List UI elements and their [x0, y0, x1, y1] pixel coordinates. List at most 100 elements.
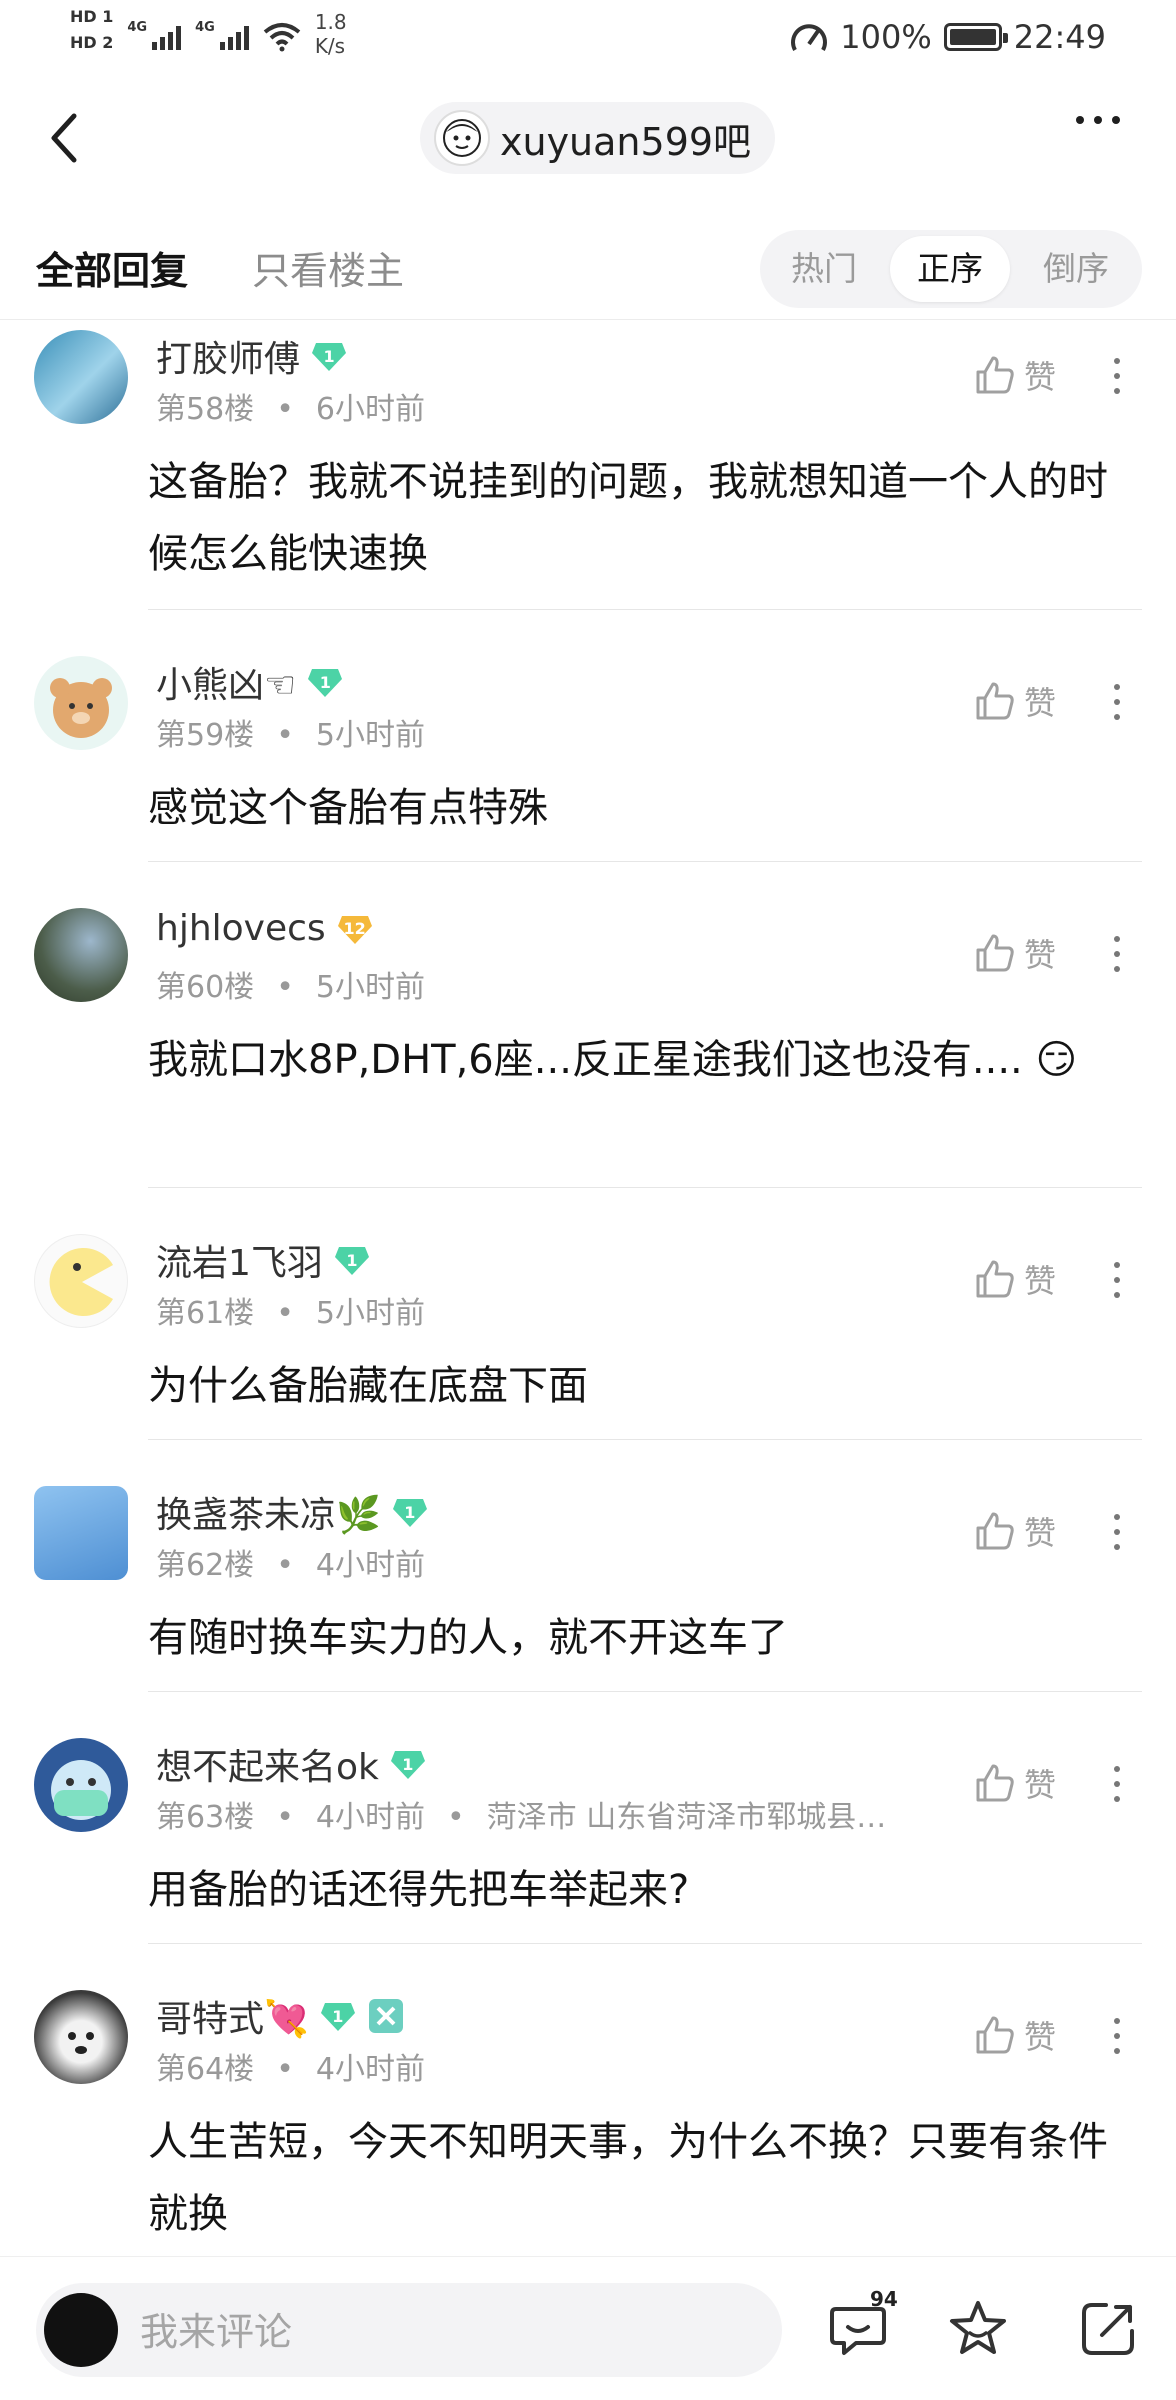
avatar[interactable]	[34, 1234, 128, 1328]
cartoon-face-icon	[443, 119, 481, 157]
speedometer-icon	[791, 24, 828, 51]
level-badge: 1	[310, 339, 348, 373]
sim2-hd-label: HD 2	[70, 33, 114, 52]
post-time: 6小时前	[315, 392, 425, 427]
like-button[interactable]: 赞	[974, 352, 1056, 398]
more-options-icon[interactable]	[1076, 116, 1120, 124]
thumbs-up-icon	[976, 1260, 1014, 1298]
bottom-action-bar: 我来评论 94	[0, 2256, 1176, 2400]
username[interactable]: 小熊凶☜	[156, 656, 296, 708]
sort-hot-button[interactable]: 热门	[764, 230, 884, 308]
floor-number: 第62楼	[156, 1548, 255, 1583]
comment-more-icon[interactable]	[1114, 2018, 1120, 2054]
username[interactable]: 流岩1飞羽	[156, 1234, 323, 1286]
floor-number: 第60楼	[156, 970, 255, 1005]
avatar[interactable]	[34, 1738, 128, 1832]
comment-more-icon[interactable]	[1114, 936, 1120, 972]
divider	[148, 861, 1142, 862]
smirk-emoji-icon: 😏	[1035, 1037, 1078, 1083]
level-badge: 1	[319, 1999, 357, 2033]
comment-more-icon[interactable]	[1114, 684, 1120, 720]
post-time: 4小时前	[315, 1548, 425, 1583]
comment-meta: 第59楼 • 5小时前	[156, 718, 425, 753]
avatar[interactable]	[34, 1486, 128, 1580]
username[interactable]: 哥特式💘	[156, 1990, 309, 2042]
thumbs-up-icon	[976, 934, 1014, 972]
avatar[interactable]	[34, 330, 128, 424]
level-badge: 1	[333, 1243, 371, 1277]
comment-meta: 第61楼 • 5小时前	[156, 1296, 425, 1331]
tab-all-replies[interactable]: 全部回复	[36, 240, 188, 295]
like-button[interactable]: 赞	[974, 2012, 1056, 2058]
clock: 22:49	[1013, 18, 1106, 56]
back-arrow-icon[interactable]	[40, 108, 90, 168]
thumbs-up-icon	[976, 682, 1014, 720]
divider	[148, 1691, 1142, 1692]
comment-count: 94	[870, 2287, 898, 2311]
comment-meta: 第62楼 • 4小时前	[156, 1548, 425, 1583]
sort-asc-button[interactable]: 正序	[890, 236, 1010, 302]
tab-op-only[interactable]: 只看楼主	[252, 240, 404, 295]
floor-number: 第61楼	[156, 1296, 255, 1331]
thumbs-up-icon	[976, 1764, 1014, 1802]
thumbs-up-icon	[976, 2016, 1014, 2054]
status-bar: HD 1 HD 2 4G 4G 1.8 K/s 100% 22:49	[0, 0, 1176, 76]
level-badge: 1	[306, 665, 344, 699]
comment-meta: 第60楼 • 5小时前	[156, 970, 425, 1005]
star-favorite-icon[interactable]	[946, 2297, 1010, 2361]
avatar[interactable]	[34, 908, 128, 1002]
username[interactable]: 换盏茶未凉🌿	[156, 1486, 381, 1538]
comment-text: 我就口水8P,DHT,6座...反正星途我们这也没有.... 😏	[148, 1037, 1078, 1083]
comment-meta: 第64楼 • 4小时前	[156, 2052, 425, 2087]
comment-meta: 第58楼 • 6小时前	[156, 392, 425, 427]
comment-text: 人生苦短，今天不知明天事，为什么不换？只要有条件就换	[148, 2119, 1108, 2237]
floor-number: 第64楼	[156, 2052, 255, 2087]
username[interactable]: 打胶师傅	[156, 330, 300, 382]
sort-desc-button[interactable]: 倒序	[1016, 230, 1136, 308]
top-nav-bar: xuyuan599吧	[0, 96, 1176, 180]
sim1-hd-label: HD 1	[70, 7, 114, 26]
username[interactable]: 想不起来名ok	[156, 1738, 379, 1790]
like-button[interactable]: 赞	[974, 1256, 1056, 1302]
comment-text: 感觉这个备胎有点特殊	[148, 785, 548, 831]
post-time: 5小时前	[315, 718, 425, 753]
divider	[148, 1943, 1142, 1944]
floor-number: 第63楼	[156, 1800, 255, 1835]
avatar[interactable]	[34, 656, 128, 750]
thumbs-up-icon	[976, 1512, 1014, 1550]
comment-more-icon[interactable]	[1114, 1262, 1120, 1298]
wifi-icon	[263, 23, 301, 52]
sort-switch: 热门 正序 倒序	[760, 230, 1142, 308]
battery-icon	[943, 23, 1008, 51]
my-avatar	[44, 2293, 118, 2367]
comment-text: 为什么备胎藏在底盘下面	[148, 1363, 588, 1409]
signal-icon-2: 4G	[195, 8, 249, 50]
like-button[interactable]: 赞	[974, 1760, 1056, 1806]
comment-text: 有随时换车实力的人，就不开这车了	[148, 1615, 788, 1661]
share-icon[interactable]	[1076, 2297, 1140, 2361]
comment-more-icon[interactable]	[1114, 1514, 1120, 1550]
comment-input-placeholder[interactable]: 我来评论	[140, 2301, 292, 2356]
signal-icon: 4G	[127, 8, 182, 50]
forum-name-pill[interactable]: xuyuan599吧	[420, 102, 776, 174]
like-button[interactable]: 赞	[974, 1508, 1056, 1554]
like-button[interactable]: 赞	[974, 930, 1056, 976]
comment-meta: 第63楼 • 4小时前 • 菏泽市 山东省菏泽市郓城县…	[156, 1800, 887, 1835]
divider	[148, 1439, 1142, 1440]
avatar[interactable]	[34, 1990, 128, 2084]
username[interactable]: hjhlovecs	[156, 908, 326, 949]
post-time: 4小时前	[315, 1800, 425, 1835]
forum-avatar	[434, 110, 490, 166]
thumbs-up-icon	[976, 356, 1014, 394]
divider	[148, 1187, 1142, 1188]
forum-name: xuyuan599吧	[500, 119, 752, 164]
divider	[148, 609, 1142, 610]
level-badge: 1	[389, 1747, 427, 1781]
like-button[interactable]: 赞	[974, 678, 1056, 724]
battery-percent: 100%	[840, 18, 932, 56]
comment-more-icon[interactable]	[1114, 1766, 1120, 1802]
level-badge: 12	[336, 912, 374, 946]
post-location: 菏泽市 山东省菏泽市郓城县…	[486, 1800, 887, 1835]
level-badge: 1	[391, 1495, 429, 1529]
comment-more-icon[interactable]	[1114, 358, 1120, 394]
